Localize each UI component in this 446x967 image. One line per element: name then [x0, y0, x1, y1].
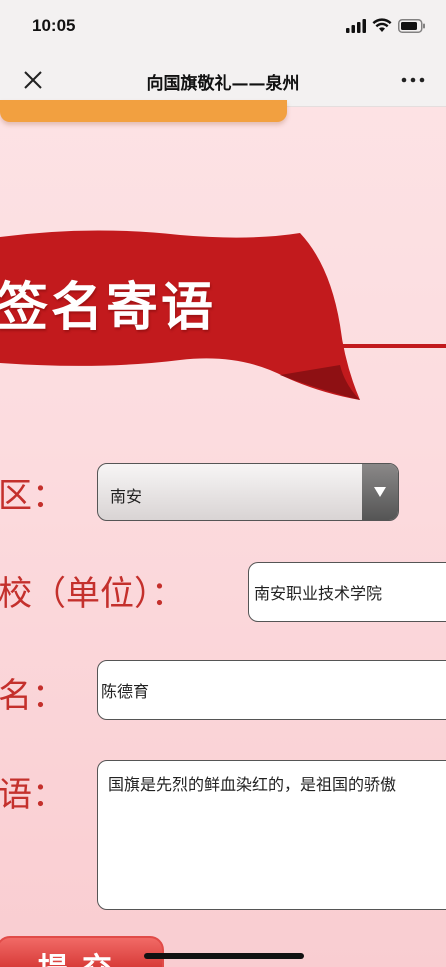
name-input[interactable]: 陈德育	[97, 660, 446, 720]
orange-tab-decoration	[0, 100, 287, 122]
banner-title: 签名寄语	[0, 278, 217, 338]
signal-icon	[346, 18, 366, 33]
message-label: 语：	[0, 775, 66, 815]
school-label: 校（单位）：	[0, 574, 185, 614]
home-indicator	[144, 953, 304, 959]
status-bar: 10:05	[0, 0, 446, 52]
page-title: 向国旗敬礼——泉州	[146, 74, 300, 94]
wifi-icon	[372, 18, 392, 32]
region-select-value: 南安	[110, 487, 143, 506]
school-input[interactable]: 南安职业技术学院	[248, 562, 446, 622]
message-textarea[interactable]: 国旗是先烈的鲜血染红的，是祖国的骄傲	[97, 760, 446, 910]
name-label: 名：	[0, 676, 66, 716]
region-label: 区：	[0, 476, 66, 516]
more-icon[interactable]	[400, 68, 426, 92]
region-select[interactable]: 南安	[97, 463, 399, 521]
banner-divider-line	[340, 344, 446, 348]
status-time: 10:05	[32, 16, 76, 35]
battery-icon	[398, 18, 425, 33]
triangle-down-icon	[374, 487, 386, 497]
nav-bar: 向国旗敬礼——泉州	[0, 52, 446, 107]
dropdown-arrow[interactable]	[362, 464, 398, 520]
status-icons	[346, 18, 426, 33]
submit-button[interactable]: 提交	[0, 936, 164, 967]
